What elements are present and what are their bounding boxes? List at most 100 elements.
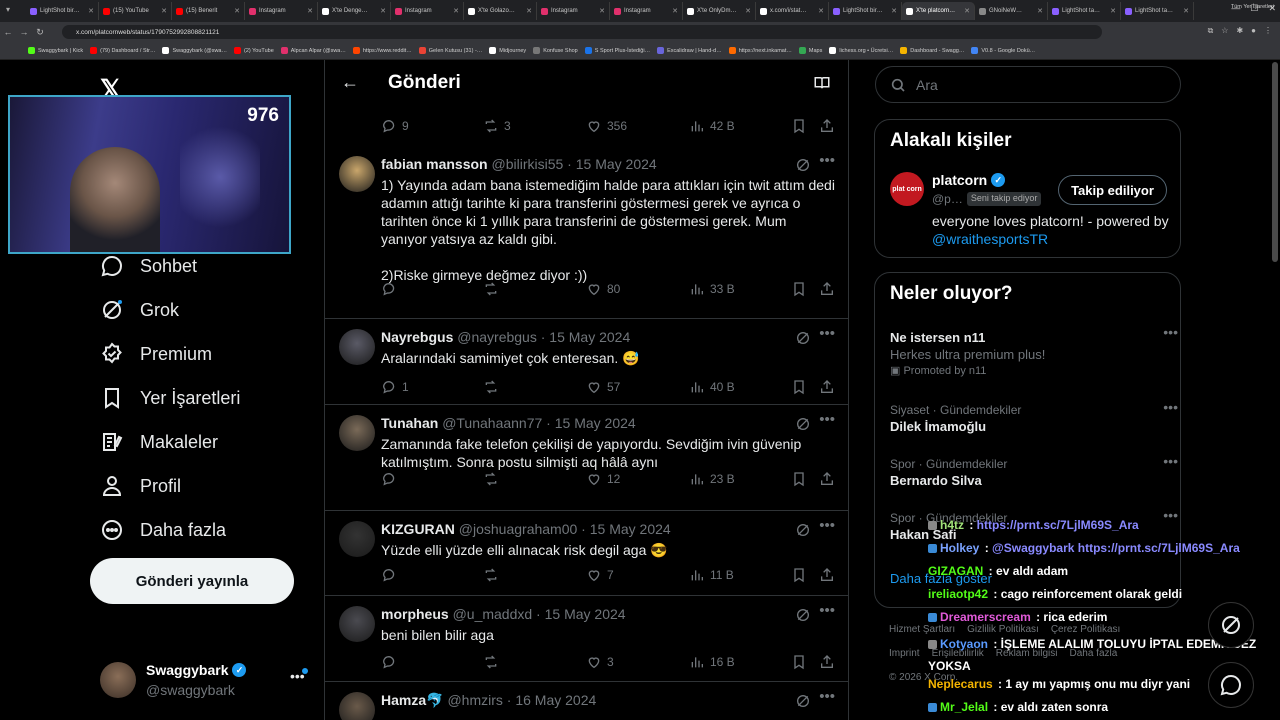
grok-explain-icon[interactable] bbox=[795, 416, 811, 432]
tab-search-icon[interactable]: ▾ bbox=[6, 5, 10, 14]
tab-close-icon[interactable]: ✕ bbox=[88, 7, 94, 15]
bookmark-item[interactable]: Dashboard - Swagg… bbox=[900, 47, 964, 54]
browser-tab[interactable]: LightShot ta… ✕ bbox=[1121, 2, 1194, 20]
reply-date[interactable]: 15 May 2024 bbox=[555, 415, 636, 431]
share-action[interactable] bbox=[819, 379, 835, 395]
account-switcher[interactable]: Swaggybark ✓ @swaggybark ••• bbox=[100, 660, 312, 700]
reply-author-name[interactable]: fabian mansson bbox=[381, 156, 488, 172]
like-action[interactable]: 356 bbox=[586, 118, 627, 134]
bookmark-item[interactable]: Midjourney bbox=[489, 47, 526, 54]
messages-fab[interactable] bbox=[1208, 662, 1254, 708]
bookmark-item[interactable]: lichess.org • Ücretsi… bbox=[829, 47, 893, 54]
back-icon[interactable]: ← bbox=[0, 27, 16, 37]
browser-tab[interactable]: (15) YouTube ✕ bbox=[99, 2, 172, 20]
browser-tab[interactable]: Instagram ✕ bbox=[245, 2, 318, 20]
following-button[interactable]: Takip ediliyor bbox=[1058, 175, 1167, 205]
bookmark-item[interactable]: V0.8 - Google Dokü… bbox=[971, 47, 1035, 54]
tab-close-icon[interactable]: ✕ bbox=[745, 7, 751, 15]
nav-item-bookmarks[interactable]: Yer İşaretleri bbox=[100, 386, 240, 410]
views-action[interactable]: 11 B bbox=[689, 567, 734, 583]
browser-tab[interactable]: LightShot bir… ✕ bbox=[829, 2, 902, 20]
bookmark-item[interactable]: (2) YouTube bbox=[233, 47, 274, 54]
reply-author-name[interactable]: Tunahan bbox=[381, 415, 438, 431]
reply-post[interactable]: morpheus @u_maddxd · 15 May 2024 ••• beni … bbox=[325, 596, 848, 682]
trend-item[interactable]: Siyaset · Gündemdekiler Dilek İmamoğlu •… bbox=[890, 399, 1178, 434]
browser-tab[interactable]: LightShot ta… ✕ bbox=[1048, 2, 1121, 20]
reply-date[interactable]: 15 May 2024 bbox=[545, 606, 626, 622]
like-action[interactable]: 80 bbox=[586, 281, 620, 297]
bookmark-item[interactable]: Alpcan Alpar (@swa… bbox=[280, 47, 346, 54]
bookmark-item[interactable]: Swaggybark (@swa… bbox=[162, 47, 227, 54]
tab-close-icon[interactable]: ✕ bbox=[1110, 7, 1116, 15]
trend-item[interactable]: Spor · Gündemdekiler Bernardo Silva ••• bbox=[890, 453, 1178, 488]
tab-close-icon[interactable]: ✕ bbox=[891, 7, 897, 15]
forward-icon[interactable]: → bbox=[16, 27, 32, 37]
reply-more-icon[interactable]: ••• bbox=[819, 325, 835, 342]
chat-username[interactable]: Kotyaon bbox=[940, 637, 988, 651]
repost-action[interactable] bbox=[483, 281, 504, 297]
tab-close-icon[interactable]: ✕ bbox=[599, 7, 605, 15]
grok-explain-icon[interactable] bbox=[795, 330, 811, 346]
share-action[interactable] bbox=[819, 118, 835, 134]
chat-username[interactable]: Mr_Jelal bbox=[940, 700, 988, 714]
trend-item[interactable]: Ne istersen n11 Herkes ultra premium plu… bbox=[890, 324, 1178, 377]
bookmark-item[interactable]: Maps bbox=[798, 47, 822, 54]
repost-action[interactable] bbox=[483, 654, 504, 670]
nav-item-chat[interactable]: Sohbet bbox=[100, 254, 197, 278]
nav-item-premium[interactable]: Premium bbox=[100, 342, 212, 366]
reply-action[interactable] bbox=[381, 471, 402, 487]
reply-action[interactable] bbox=[381, 281, 402, 297]
bookmark-item[interactable]: https://www.reddit… bbox=[352, 47, 412, 54]
reply-post[interactable]: KIZGURAN @joshuagraham00 · 15 May 2024 ••… bbox=[325, 511, 848, 596]
tab-close-icon[interactable]: ✕ bbox=[307, 7, 313, 15]
url-input[interactable]: x.com/platcornweb/status/179075299280882… bbox=[62, 25, 1102, 39]
back-arrow-icon[interactable]: ← bbox=[341, 72, 359, 93]
reply-post[interactable]: Tunahan @Tunahaann77 · 15 May 2024 ••• Zam… bbox=[325, 405, 848, 511]
reply-post[interactable]: Hamza🐬 @hmzirs · 16 May 2024 ••• bbox=[325, 682, 848, 720]
star-icon[interactable]: ☆ bbox=[1221, 26, 1228, 36]
bookmark-action[interactable] bbox=[791, 567, 807, 583]
reply-more-icon[interactable]: ••• bbox=[819, 517, 835, 534]
like-action[interactable]: 57 bbox=[586, 379, 620, 395]
profile-avatar-icon[interactable]: ● bbox=[1251, 26, 1256, 36]
reply-action[interactable] bbox=[381, 567, 402, 583]
like-action[interactable]: 12 bbox=[586, 471, 620, 487]
bookmark-item[interactable]: Swaggybark | Kick bbox=[28, 47, 83, 54]
bookmark-item[interactable]: (79) Dashboard / Str… bbox=[90, 47, 155, 54]
browser-tab[interactable]: X'te OnlyDm… ✕ bbox=[683, 2, 756, 20]
share-action[interactable] bbox=[819, 654, 835, 670]
tab-close-icon[interactable]: ✕ bbox=[1037, 7, 1043, 15]
grok-explain-icon[interactable] bbox=[795, 607, 811, 623]
grok-explain-icon[interactable] bbox=[795, 157, 811, 173]
reply-avatar[interactable] bbox=[339, 329, 375, 365]
browser-tab[interactable]: x.com/i/stat… ✕ bbox=[756, 2, 829, 20]
reply-action[interactable]: 1 bbox=[381, 379, 409, 395]
views-action[interactable]: 42 B bbox=[689, 118, 735, 134]
reply-action[interactable] bbox=[381, 654, 402, 670]
platcorn-avatar[interactable]: plat corn bbox=[890, 172, 924, 206]
browser-tab[interactable]: X'te Denge… ✕ bbox=[318, 2, 391, 20]
reply-more-icon[interactable]: ••• bbox=[819, 411, 835, 428]
reload-icon[interactable]: ↻ bbox=[32, 27, 48, 38]
chat-username[interactable]: GIZAGAN bbox=[928, 564, 983, 578]
menu-icon[interactable]: ⋮ bbox=[1264, 26, 1272, 36]
reply-handle[interactable]: @Tunahaann77 bbox=[442, 415, 542, 431]
bookmark-item[interactable]: Gelen Kutusu (31) -… bbox=[418, 47, 482, 54]
browser-tab[interactable]: GNoiNeW… ✕ bbox=[975, 2, 1048, 20]
views-action[interactable]: 16 B bbox=[689, 654, 735, 670]
tab-close-icon[interactable]: ✕ bbox=[526, 7, 532, 15]
reply-handle[interactable]: @hmzirs bbox=[447, 692, 502, 708]
post-button[interactable]: Gönderi yayınla bbox=[90, 558, 294, 604]
tab-close-icon[interactable]: ✕ bbox=[380, 7, 386, 15]
bookmark-action[interactable] bbox=[791, 281, 807, 297]
share-action[interactable] bbox=[819, 471, 835, 487]
browser-tab[interactable]: X'te platcorn… ✕ bbox=[902, 2, 975, 20]
browser-tab[interactable]: LightShot bir… ✕ bbox=[26, 2, 99, 20]
reply-avatar[interactable] bbox=[339, 692, 375, 720]
browser-tab[interactable]: Instagram ✕ bbox=[610, 2, 683, 20]
tab-close-icon[interactable]: ✕ bbox=[1183, 7, 1189, 15]
reply-avatar[interactable] bbox=[339, 521, 375, 557]
reply-post[interactable]: Nayrebgus @nayrebgus · 15 May 2024 ••• Ara… bbox=[325, 319, 848, 405]
tab-close-icon[interactable]: ✕ bbox=[672, 7, 678, 15]
reply-author-name[interactable]: KIZGURAN bbox=[381, 521, 455, 537]
